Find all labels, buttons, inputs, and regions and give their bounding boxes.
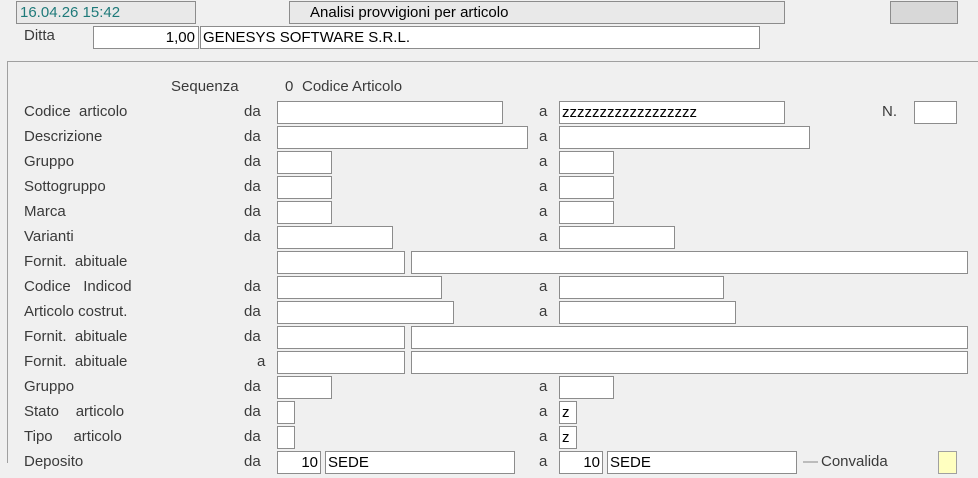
varianti-from-input[interactable] bbox=[277, 226, 393, 249]
marca-to-input[interactable] bbox=[559, 201, 614, 224]
row-label-gruppo: Gruppo bbox=[24, 153, 75, 170]
convalida-label: Convalida bbox=[821, 453, 888, 470]
deposito-to-code-input[interactable]: 10 bbox=[559, 451, 603, 474]
descrizione-from-input[interactable] bbox=[277, 126, 528, 149]
codice-articolo-from-input[interactable] bbox=[277, 101, 503, 124]
deposito-from-code-input[interactable]: 10 bbox=[277, 451, 321, 474]
a-label: a bbox=[539, 453, 548, 470]
a-label: a bbox=[539, 128, 548, 145]
row-label-sottogruppo: Sottogruppo bbox=[24, 178, 106, 195]
row-label-tipo-articolo: Tipo articolo bbox=[24, 428, 122, 445]
deposito-from-name-field: SEDE bbox=[325, 451, 515, 474]
da-label: da bbox=[244, 328, 261, 345]
da-label: da bbox=[244, 303, 261, 320]
tipo-to-input[interactable]: z bbox=[559, 426, 577, 449]
tipo-from-input[interactable] bbox=[277, 426, 295, 449]
row-label-fornitore-abituale-da: Fornit. abituale bbox=[24, 328, 128, 345]
fornitore-to-name-field bbox=[411, 351, 968, 374]
ditta-label: Ditta bbox=[24, 27, 55, 44]
ditta-name-field: GENESYS SOFTWARE S.R.L. bbox=[200, 26, 760, 49]
a-label: a bbox=[539, 228, 548, 245]
marca-from-input[interactable] bbox=[277, 201, 332, 224]
fornitore-from-name-field bbox=[411, 326, 968, 349]
a-label: a bbox=[539, 403, 548, 420]
articolo-costruttore-from-input[interactable] bbox=[277, 301, 454, 324]
row-label-fornitore-abituale-a: Fornit. abituale bbox=[24, 353, 128, 370]
row-label-stato-articolo: Stato articolo bbox=[24, 403, 125, 420]
gruppo-from-input[interactable] bbox=[277, 151, 332, 174]
datetime-display: 16.04.26 15:42 bbox=[16, 1, 196, 24]
a-label: a bbox=[539, 103, 548, 120]
sequenza-label: Sequenza bbox=[171, 78, 239, 95]
da-label: da bbox=[244, 103, 261, 120]
articolo-costruttore-to-input[interactable] bbox=[559, 301, 736, 324]
row-label-varianti: Varianti bbox=[24, 228, 74, 245]
n-label: N. bbox=[882, 103, 897, 120]
gruppo2-from-input[interactable] bbox=[277, 376, 332, 399]
row-label-fornitore-abituale: Fornit. abituale bbox=[24, 253, 128, 270]
ditta-code-field[interactable]: 1,00 bbox=[93, 26, 199, 49]
status-indicator bbox=[890, 1, 958, 24]
fornitore-from-code-input[interactable] bbox=[277, 326, 405, 349]
a-label: a bbox=[257, 353, 266, 370]
row-label-codice-articolo: Codice articolo bbox=[24, 103, 128, 120]
da-label: da bbox=[244, 403, 261, 420]
gruppo-to-input[interactable] bbox=[559, 151, 614, 174]
descrizione-to-input[interactable] bbox=[559, 126, 810, 149]
convalida-dash: — bbox=[803, 453, 818, 470]
sequenza-desc: Codice Articolo bbox=[302, 78, 403, 95]
indicod-from-input[interactable] bbox=[277, 276, 442, 299]
da-label: da bbox=[244, 228, 261, 245]
row-label-gruppo-2: Gruppo bbox=[24, 378, 75, 395]
row-label-descrizione: Descrizione bbox=[24, 128, 103, 145]
sottogruppo-to-input[interactable] bbox=[559, 176, 614, 199]
row-label-codice-indicod: Codice Indicod bbox=[24, 278, 132, 295]
da-label: da bbox=[244, 153, 261, 170]
row-label-deposito: Deposito bbox=[24, 453, 84, 470]
da-label: da bbox=[244, 278, 261, 295]
da-label: da bbox=[244, 128, 261, 145]
da-label: da bbox=[244, 378, 261, 395]
fornitore-code-input[interactable] bbox=[277, 251, 405, 274]
sottogruppo-from-input[interactable] bbox=[277, 176, 332, 199]
a-label: a bbox=[539, 378, 548, 395]
fornitore-name-field bbox=[411, 251, 968, 274]
row-label-articolo-costruttore: Articolo costrut. bbox=[24, 303, 128, 320]
top-separator bbox=[7, 61, 978, 62]
da-label: da bbox=[244, 203, 261, 220]
deposito-to-name-field: SEDE bbox=[607, 451, 797, 474]
indicod-to-input[interactable] bbox=[559, 276, 724, 299]
varianti-to-input[interactable] bbox=[559, 226, 675, 249]
convalida-checkbox[interactable] bbox=[938, 451, 957, 474]
a-label: a bbox=[539, 153, 548, 170]
n-input[interactable] bbox=[914, 101, 957, 124]
window-title: Analisi provvigioni per articolo bbox=[289, 1, 785, 24]
a-label: a bbox=[539, 303, 548, 320]
sequenza-value: 0 bbox=[285, 78, 294, 95]
da-label: da bbox=[244, 178, 261, 195]
form-frame bbox=[7, 61, 8, 463]
codice-articolo-to-input[interactable]: zzzzzzzzzzzzzzzzzz bbox=[559, 101, 785, 124]
fornitore-to-code-input[interactable] bbox=[277, 351, 405, 374]
row-label-marca: Marca bbox=[24, 203, 66, 220]
gruppo2-to-input[interactable] bbox=[559, 376, 614, 399]
stato-to-input[interactable]: z bbox=[559, 401, 577, 424]
a-label: a bbox=[539, 178, 548, 195]
a-label: a bbox=[539, 428, 548, 445]
stato-from-input[interactable] bbox=[277, 401, 295, 424]
da-label: da bbox=[244, 453, 261, 470]
da-label: da bbox=[244, 428, 261, 445]
a-label: a bbox=[539, 203, 548, 220]
a-label: a bbox=[539, 278, 548, 295]
